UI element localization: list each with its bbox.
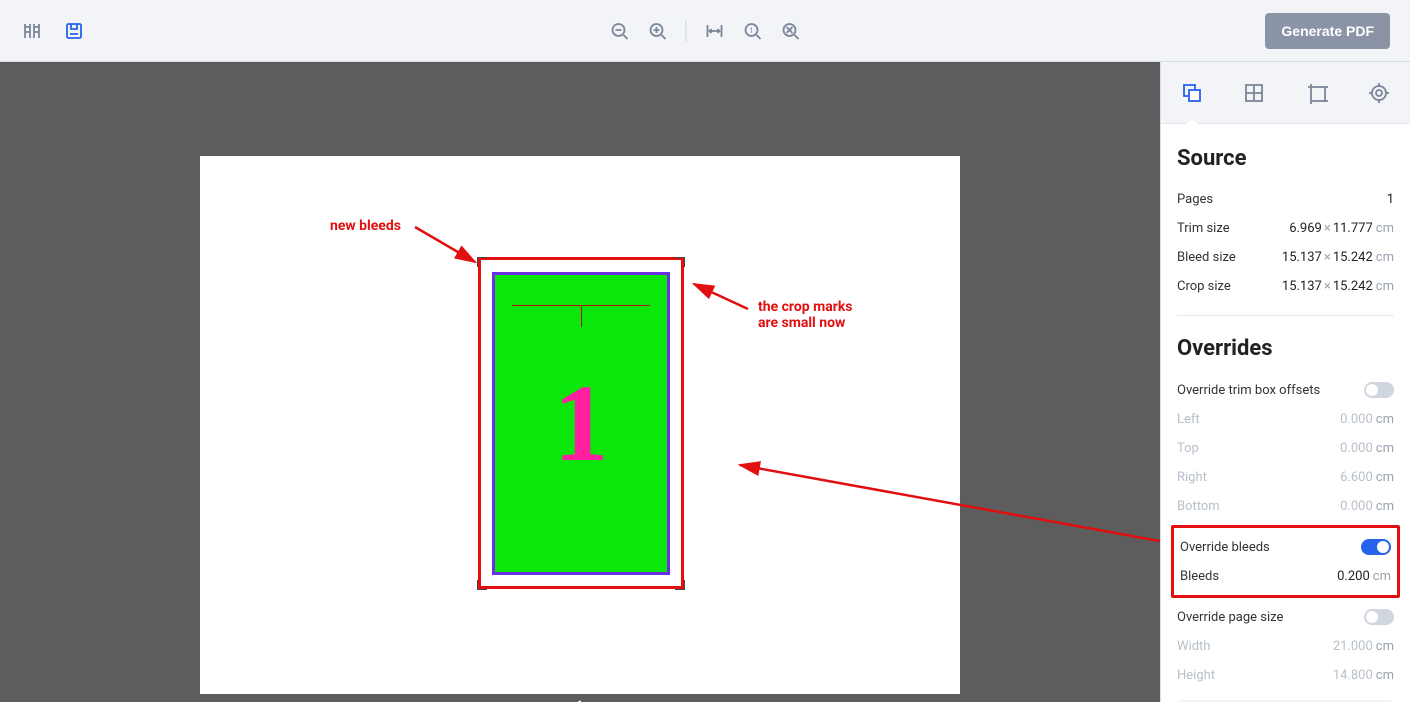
crop-size-value: 15.137×15.242cm [1282, 279, 1394, 294]
arrow-icon [410, 222, 490, 272]
zoom-in-icon[interactable] [646, 19, 670, 43]
width-value: 21.000cm [1333, 639, 1394, 654]
fit-width-icon[interactable] [703, 19, 727, 43]
sidebar: Source Pages 1 Trim size 6.969×11.777cm Bl… [1160, 62, 1410, 702]
bleeds-label: Bleeds [1180, 569, 1219, 584]
canvas-area[interactable]: 1 new bleeds the crop marks are small no… [0, 62, 1160, 702]
pages-label: Pages [1177, 192, 1213, 207]
override-trim-toggle[interactable] [1364, 382, 1394, 398]
right-label: Right [1177, 470, 1207, 485]
bleed-size-value: 15.137×15.242cm [1282, 250, 1394, 265]
sidebar-panel: Source Pages 1 Trim size 6.969×11.777cm Bl… [1161, 124, 1410, 702]
page-content-digit: 1 [554, 360, 609, 487]
top-value: 0.000cm [1340, 441, 1394, 456]
svg-text:1: 1 [750, 27, 754, 35]
tab-layout-icon[interactable] [1239, 78, 1269, 108]
right-value: 6.600cm [1340, 470, 1394, 485]
tab-registration-icon[interactable] [1364, 78, 1394, 108]
columns-icon[interactable] [20, 19, 44, 43]
generate-pdf-button[interactable]: Generate PDF [1265, 13, 1390, 49]
sidebar-tabs [1161, 62, 1410, 124]
override-bleeds-toggle[interactable] [1361, 539, 1391, 555]
left-label: Left [1177, 412, 1200, 427]
annotation-crop-marks: the crop marks are small now [758, 299, 853, 331]
left-value: 0.000cm [1340, 412, 1394, 427]
bottom-value: 0.000cm [1340, 499, 1394, 514]
height-value: 14.800cm [1333, 668, 1394, 683]
trim-size-label: Trim size [1177, 221, 1230, 236]
override-page-size-label: Override page size [1177, 610, 1283, 625]
trim-size-value: 6.969×11.777cm [1289, 221, 1394, 236]
zoom-out-icon[interactable] [608, 19, 632, 43]
arrow-icon [730, 457, 1160, 547]
width-label: Width [1177, 639, 1210, 654]
separator [686, 20, 687, 42]
bleed-size-label: Bleed size [1177, 250, 1236, 265]
zoom-actual-icon[interactable]: 1 [741, 19, 765, 43]
override-trim-label: Override trim box offsets [1177, 383, 1320, 398]
top-toolbar: 1 Generate PDF [0, 0, 1410, 62]
override-bleeds-label: Override bleeds [1180, 540, 1270, 555]
tab-marks-icon[interactable] [1302, 78, 1332, 108]
top-label: Top [1177, 441, 1199, 456]
override-bleeds-highlight: Override bleeds Bleeds 0.200cm [1171, 525, 1400, 598]
zoom-reset-icon[interactable] [779, 19, 803, 43]
height-label: Height [1177, 668, 1215, 683]
crop-size-label: Crop size [1177, 279, 1231, 294]
crop-mark-icon [477, 580, 487, 590]
overrides-heading: Overrides [1177, 336, 1394, 361]
tab-source-icon[interactable] [1177, 78, 1207, 108]
bleeds-value[interactable]: 0.200cm [1337, 569, 1391, 584]
t-mark [512, 305, 650, 306]
crop-mark-icon [675, 580, 685, 590]
crop-mark-icon [675, 257, 685, 267]
pages-value: 1 [1387, 192, 1394, 207]
bottom-label: Bottom [1177, 499, 1220, 514]
annotation-new-bleeds: new bleeds [330, 218, 401, 234]
arrow-icon [686, 276, 756, 316]
save-icon[interactable] [62, 19, 86, 43]
source-heading: Source [1177, 146, 1394, 171]
override-page-size-toggle[interactable] [1364, 609, 1394, 625]
page-number-label: 1 [200, 698, 960, 702]
